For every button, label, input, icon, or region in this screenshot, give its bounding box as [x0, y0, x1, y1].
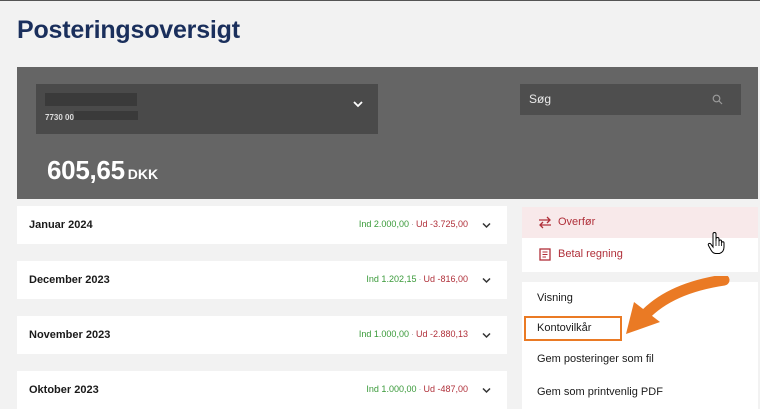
expense-total: Ud -3.725,00	[415, 219, 468, 229]
expense-total: Ud -487,00	[423, 384, 468, 394]
chevron-down-icon	[482, 277, 491, 284]
month-totals: Ind 1.202,15 · Ud -816,00	[366, 274, 468, 284]
month-name: Januar 2024	[29, 219, 93, 231]
month-totals: Ind 1.000,00 · Ud -2.880,13	[358, 329, 468, 339]
chevron-down-icon	[482, 387, 491, 394]
account-select-dropdown[interactable]: 7730 00	[36, 84, 378, 134]
hand-cursor-icon	[707, 231, 725, 254]
month-name: December 2023	[29, 274, 110, 286]
transfer-label: Overfør	[558, 216, 596, 228]
save-printable-pdf-option[interactable]: Gem som printvenlig PDF	[537, 386, 663, 398]
pay-bill-label: Betal regning	[558, 248, 623, 260]
masked-account-name	[45, 93, 137, 106]
account-number: 7730 00	[45, 113, 74, 122]
income-total: Ind 1.000,00	[366, 384, 417, 394]
income-total: Ind 1.000,00	[358, 329, 409, 339]
transfer-arrows-icon	[539, 216, 551, 229]
view-option[interactable]: Visning	[537, 292, 573, 304]
search-placeholder: Søg	[529, 92, 552, 106]
month-row-december-2023[interactable]: December 2023 Ind 1.202,15 · Ud -816,00	[17, 261, 507, 299]
masked-account-number	[74, 111, 138, 120]
month-row-oktober-2023[interactable]: Oktober 2023 Ind 1.000,00 · Ud -487,00	[17, 371, 507, 409]
top-border	[0, 0, 760, 1]
expense-total: Ud -816,00	[423, 274, 468, 284]
balance-currency: DKK	[127, 166, 159, 182]
month-name: November 2023	[29, 329, 111, 341]
month-totals: Ind 2.000,00 · Ud -3.725,00	[358, 219, 468, 229]
account-card: 7730 00 605,65 DKK Søg	[17, 67, 758, 199]
chevron-down-icon	[482, 222, 491, 229]
month-name: Oktober 2023	[29, 384, 99, 396]
chevron-down-icon	[353, 101, 363, 108]
income-total: Ind 2.000,00	[358, 219, 409, 229]
balance-amount: 605,65	[47, 155, 125, 185]
search-icon	[712, 94, 723, 105]
save-transactions-file-option[interactable]: Gem posteringer som fil	[537, 353, 654, 365]
month-totals: Ind 1.000,00 · Ud -487,00	[366, 384, 468, 394]
bill-icon	[539, 248, 551, 261]
page-title: Posteringsoversigt	[17, 16, 240, 44]
search-input[interactable]: Søg	[520, 84, 741, 115]
income-total: Ind 1.202,15	[366, 274, 417, 284]
month-row-januar-2024[interactable]: Januar 2024 Ind 2.000,00 · Ud -3.725,00	[17, 206, 507, 244]
expense-total: Ud -2.880,13	[415, 329, 468, 339]
annotation-arrow-icon	[626, 276, 730, 334]
month-row-november-2023[interactable]: November 2023 Ind 1.000,00 · Ud -2.880,13	[17, 316, 507, 354]
account-balance: 605,65 DKK	[47, 155, 158, 186]
chevron-down-icon	[482, 332, 491, 339]
